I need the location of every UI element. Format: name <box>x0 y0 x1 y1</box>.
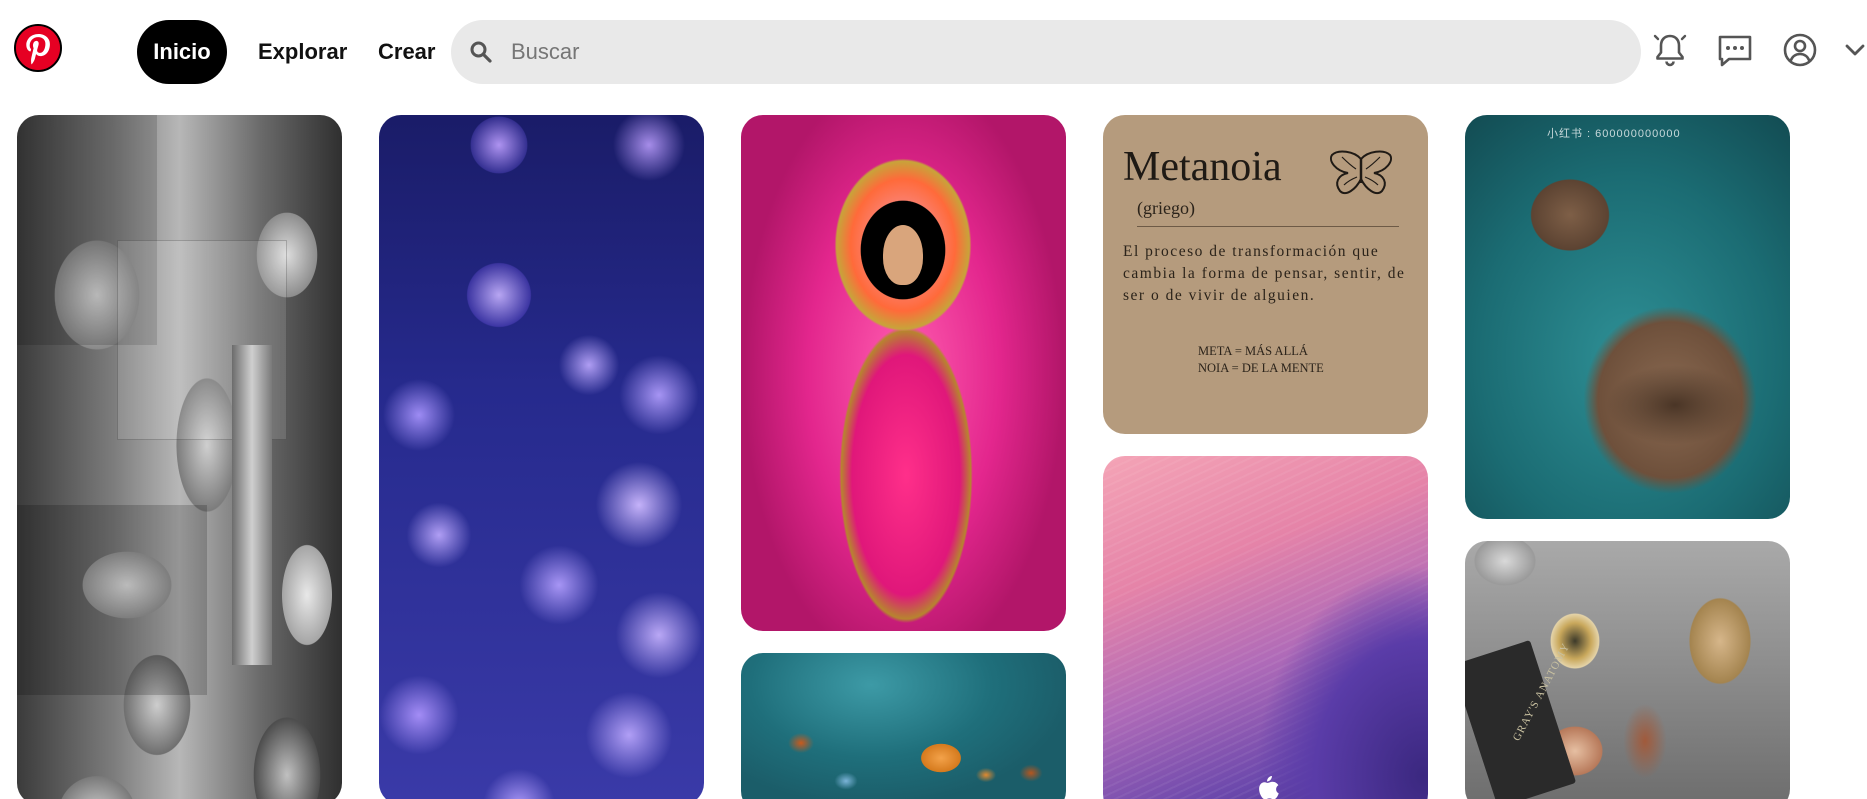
pin-statues-collage[interactable] <box>17 115 342 799</box>
metanoia-notes: META = MÁS ALLÁ NOIA = DE LA MENTE <box>1198 343 1324 377</box>
chevron-down-icon[interactable] <box>1842 30 1867 70</box>
otters-watermark: 小红书 : 600000000000 <box>1547 128 1681 140</box>
profile-icon[interactable] <box>1780 30 1820 70</box>
nav-create-button[interactable]: Crear <box>378 20 435 84</box>
nav-home-button[interactable]: Inicio <box>137 20 227 84</box>
search-bar[interactable] <box>451 20 1641 84</box>
butterfly-icon <box>1330 150 1392 195</box>
column-image <box>232 345 272 665</box>
pin-virgin-painting[interactable] <box>741 115 1066 631</box>
pinterest-logo-icon[interactable] <box>14 24 62 72</box>
pin-metanoia[interactable]: Metanoia (griego) El proceso de transfor… <box>1103 115 1428 434</box>
statue-angel-seated-image <box>17 505 207 695</box>
nav-explore-button[interactable]: Explorar <box>258 20 347 84</box>
metanoia-divider <box>1137 226 1399 227</box>
metanoia-definition: El proceso de transformación que cambia … <box>1123 243 1406 304</box>
pin-purple-waves[interactable] <box>1103 456 1428 799</box>
search-icon <box>469 40 493 64</box>
apple-logo-icon <box>1259 776 1279 799</box>
metanoia-note-meta: META = MÁS ALLÁ <box>1198 344 1308 358</box>
pin-otters[interactable]: 小红书 : 600000000000 <box>1465 115 1790 519</box>
metanoia-title: Metanoia <box>1123 144 1282 190</box>
bell-icon[interactable] <box>1650 30 1690 70</box>
metanoia-note-noia: NOIA = DE LA MENTE <box>1198 361 1324 375</box>
metanoia-subtitle: (griego) <box>1137 198 1195 218</box>
search-input[interactable] <box>511 20 1611 84</box>
pin-anatomy[interactable]: GRAY'S ANATOMY <box>1465 541 1790 799</box>
pin-jellyfish[interactable] <box>379 115 704 799</box>
pin-butterflies[interactable] <box>741 653 1066 799</box>
top-bar: Inicio Explorar Crear <box>0 0 1867 104</box>
messages-icon[interactable] <box>1715 30 1755 70</box>
virgin-face <box>883 225 923 285</box>
